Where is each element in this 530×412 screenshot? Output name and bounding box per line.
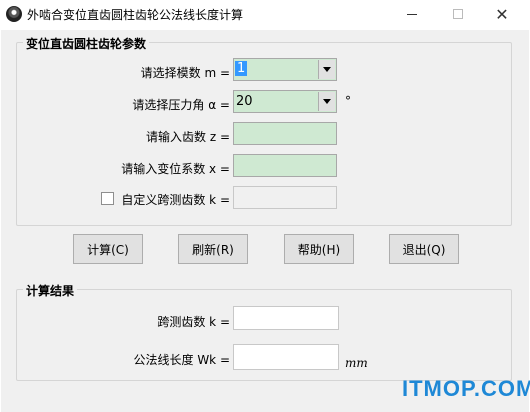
unit-label: mm (345, 356, 368, 370)
pressure-angle-select[interactable]: 20 (233, 90, 337, 113)
minimize-icon (407, 13, 417, 15)
maximize-icon (453, 9, 463, 19)
custom-k-input[interactable] (233, 186, 337, 209)
calculate-button[interactable]: 计算(C) (73, 234, 143, 264)
pressure-angle-label: 请选择压力角 α = (132, 98, 230, 112)
teeth-input[interactable] (233, 122, 337, 145)
refresh-button[interactable]: 刷新(R) (178, 234, 248, 264)
degree-symbol: ° (345, 94, 351, 108)
minimize-button[interactable] (399, 2, 425, 26)
client-area: 变位直齿圆柱齿轮参数 请选择模数 m = 1 请选择压力角 α = 20 ° 请… (1, 30, 529, 412)
span-teeth-label: 跨测齿数 k = (157, 315, 230, 329)
params-group-title: 变位直齿圆柱齿轮参数 (23, 35, 150, 52)
help-button[interactable]: 帮助(H) (284, 234, 354, 264)
exit-button[interactable]: 退出(Q) (389, 234, 459, 264)
modulus-select[interactable]: 1 (233, 58, 337, 81)
teeth-label: 请输入齿数 z = (146, 130, 230, 144)
watermark: ITMOP.COM (402, 376, 530, 401)
maximize-button[interactable] (445, 2, 471, 26)
app-gear-icon (6, 6, 22, 22)
custom-k-label: 自定义跨测齿数 k = (121, 193, 230, 207)
modulus-label: 请选择模数 m = (140, 66, 230, 80)
base-tangent-length-output (233, 344, 339, 370)
shift-coefficient-input[interactable] (233, 154, 337, 177)
base-tangent-length-label: 公法线长度 Wk = (133, 353, 231, 367)
close-icon: ✕ (495, 4, 509, 24)
title-bar: 外啮合变位直齿圆柱齿轮公法线长度计算 ✕ (0, 0, 530, 30)
pressure-angle-value: 20 (236, 94, 253, 109)
modulus-value: 1 (235, 61, 248, 76)
results-group-title: 计算结果 (23, 282, 78, 299)
shift-coefficient-label: 请输入变位系数 x = (121, 162, 230, 176)
chevron-down-icon[interactable] (318, 60, 335, 79)
chevron-down-icon[interactable] (318, 92, 335, 111)
span-teeth-output (233, 306, 339, 330)
custom-k-checkbox[interactable] (101, 192, 114, 205)
window-title: 外啮合变位直齿圆柱齿轮公法线长度计算 (27, 8, 244, 22)
close-button[interactable]: ✕ (489, 2, 515, 26)
